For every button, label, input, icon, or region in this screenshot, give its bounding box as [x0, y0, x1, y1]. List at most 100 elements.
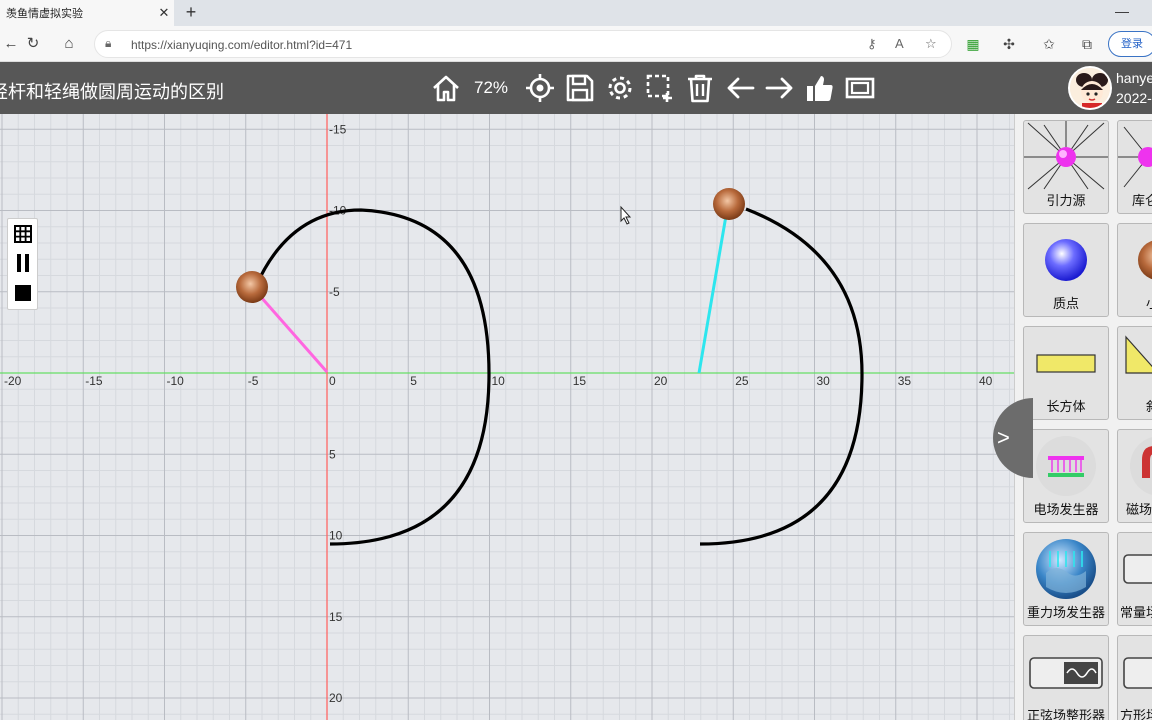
panel-item-label: 长方体	[1046, 399, 1086, 414]
read-aloud-icon[interactable]: A	[895, 36, 904, 51]
grid-minor	[0, 114, 1014, 720]
small-ball-icon	[1138, 240, 1152, 280]
like-button[interactable]	[804, 72, 836, 104]
favorites-icon[interactable]: ✩	[1038, 34, 1060, 54]
cuboid-icon	[1036, 354, 1096, 373]
back-arrow-icon[interactable]: ←	[0, 34, 22, 54]
panel-item-coulomb[interactable]: 库仑	[1117, 120, 1152, 214]
axis-tick-label: 35	[898, 374, 912, 388]
axis-tick-label: 10	[329, 529, 343, 543]
address-bar: ← ↻ ⌂ 🔒︎ https://xianyuqing.com/editor.h…	[0, 26, 1152, 62]
panel-item-gravity-source[interactable]: 引力源	[1023, 120, 1109, 214]
new-tab-button[interactable]: +	[180, 2, 202, 24]
selection-box-icon	[646, 74, 672, 102]
zoom-level[interactable]: 72%	[474, 78, 508, 98]
settings-button[interactable]	[604, 72, 636, 104]
panel-item-magnetic-field[interactable]: 磁场	[1117, 429, 1152, 523]
redo-button[interactable]	[764, 72, 796, 104]
light-rod[interactable]	[251, 287, 329, 373]
save-button[interactable]	[564, 72, 596, 104]
panel-item-constant-field[interactable]: 常量场	[1117, 532, 1152, 626]
pause-icon	[17, 254, 29, 272]
extensions-puzzle-icon[interactable]: ✣	[998, 34, 1020, 54]
panel-item-label: 正弦场整形器	[1026, 708, 1105, 720]
login-button[interactable]: 登录	[1108, 31, 1152, 57]
panel-item-small-ball[interactable]: 小	[1117, 223, 1152, 317]
favorite-star-icon[interactable]: ☆	[925, 36, 937, 52]
arrow-right-icon	[765, 77, 793, 99]
axis-tick-label: 0	[329, 374, 336, 388]
undo-button[interactable]	[724, 72, 756, 104]
fullscreen-button[interactable]	[844, 72, 876, 104]
key-icon[interactable]: ⚷	[867, 36, 877, 52]
panel-item-electric-field-generator[interactable]: 电场发生器	[1023, 429, 1109, 523]
gear-icon	[608, 76, 632, 100]
rod-ball[interactable]	[236, 271, 268, 303]
axis-tick-label: 40	[979, 374, 993, 388]
axis-tick-label: 15	[573, 374, 587, 388]
lock-icon: 🔒︎	[105, 36, 112, 50]
home-button[interactable]	[430, 72, 462, 104]
axis-tick-label: -15	[329, 122, 347, 136]
gravity-field-generator-icon	[1036, 539, 1096, 599]
axis-tick-label: 5	[329, 447, 336, 461]
stop-icon	[15, 285, 31, 301]
particle-icon	[1045, 239, 1087, 281]
url-text: https://xianyuqing.com/editor.html?id=47…	[131, 38, 353, 52]
axis-tick-label: -5	[329, 285, 340, 299]
panel-item-incline[interactable]: 斜	[1117, 326, 1152, 420]
axis-tick-label: 25	[735, 374, 749, 388]
close-icon[interactable]: ✕	[154, 5, 174, 21]
axis-tick-label: 20	[654, 374, 668, 388]
select-area-button[interactable]	[644, 72, 676, 104]
minimize-button[interactable]: —	[1112, 3, 1132, 21]
url-field[interactable]: 🔒︎ https://xianyuqing.com/editor.html?id…	[94, 30, 952, 58]
panel-item-cuboid[interactable]: 长方体	[1023, 326, 1109, 420]
scene-svg[interactable]: -20 -15 -10 -5 0 5 10 15 20 25 30 35 40-15-10-551015…	[0, 114, 1014, 720]
user-name: hanye	[1116, 70, 1152, 86]
axis-tick-label: 30	[817, 374, 831, 388]
panel-item-particle[interactable]: 质点	[1023, 223, 1109, 317]
panel-item-square-field[interactable]: 方形场	[1117, 635, 1152, 720]
component-panel: 引力源 库仑 质点 小 长方体 斜 电场发生器	[1014, 114, 1152, 720]
panel-item-label: 小	[1118, 293, 1152, 312]
locate-button[interactable]	[524, 72, 556, 104]
fullscreen-icon	[845, 77, 875, 99]
left-toolbar	[7, 218, 38, 310]
axis-tick-label: 10	[492, 374, 506, 388]
magnetic-field-icon	[1130, 437, 1152, 495]
extension-grid-icon[interactable]: ▦	[962, 34, 984, 54]
grid-toggle-button[interactable]	[12, 223, 34, 245]
delete-button[interactable]	[684, 72, 716, 104]
panel-item-gravity-field-generator[interactable]: 重力场发生器	[1023, 532, 1109, 626]
light-rope[interactable]	[697, 203, 730, 374]
rope-ball[interactable]	[713, 188, 745, 220]
sine-field-shaper-icon	[1029, 657, 1103, 689]
panel-item-label: 重力场发生器	[1026, 605, 1105, 620]
stop-button[interactable]	[12, 282, 34, 304]
collections-icon[interactable]: ⧉	[1076, 34, 1098, 54]
axis-tick-label: -5	[248, 374, 259, 388]
crosshair-icon	[526, 74, 554, 102]
thumbs-up-icon	[807, 76, 833, 101]
gravity-source-icon	[1024, 121, 1108, 190]
browser-tab-bar: 羡鱼情虚拟实验 ✕ + —	[0, 0, 1152, 26]
browser-tab[interactable]: 羡鱼情虚拟实验 ✕	[0, 0, 174, 26]
tab-title: 羡鱼情虚拟实验	[6, 8, 83, 20]
panel-item-sine-field-shaper[interactable]: 正弦场整形器	[1023, 635, 1109, 720]
panel-item-label: 斜	[1118, 396, 1152, 415]
grid-icon	[14, 225, 32, 243]
home-icon	[433, 75, 459, 102]
rod-trajectory	[254, 208, 491, 546]
axis-tick-label: 5	[410, 374, 417, 388]
simulation-canvas[interactable]: -20 -15 -10 -5 0 5 10 15 20 25 30 35 40 -15 -10 -5 5 10 15…	[0, 114, 1014, 720]
refresh-icon[interactable]: ↻	[22, 34, 44, 54]
avatar[interactable]	[1068, 66, 1112, 110]
panel-item-label: 常量场	[1120, 605, 1152, 620]
axis-tick-label: -10	[167, 374, 185, 388]
panel-item-label: 质点	[1052, 296, 1079, 311]
grid-major	[0, 114, 1014, 720]
panel-item-label: 磁场	[1126, 502, 1152, 517]
home-icon[interactable]: ⌂	[58, 34, 80, 54]
pause-button[interactable]	[12, 252, 34, 274]
